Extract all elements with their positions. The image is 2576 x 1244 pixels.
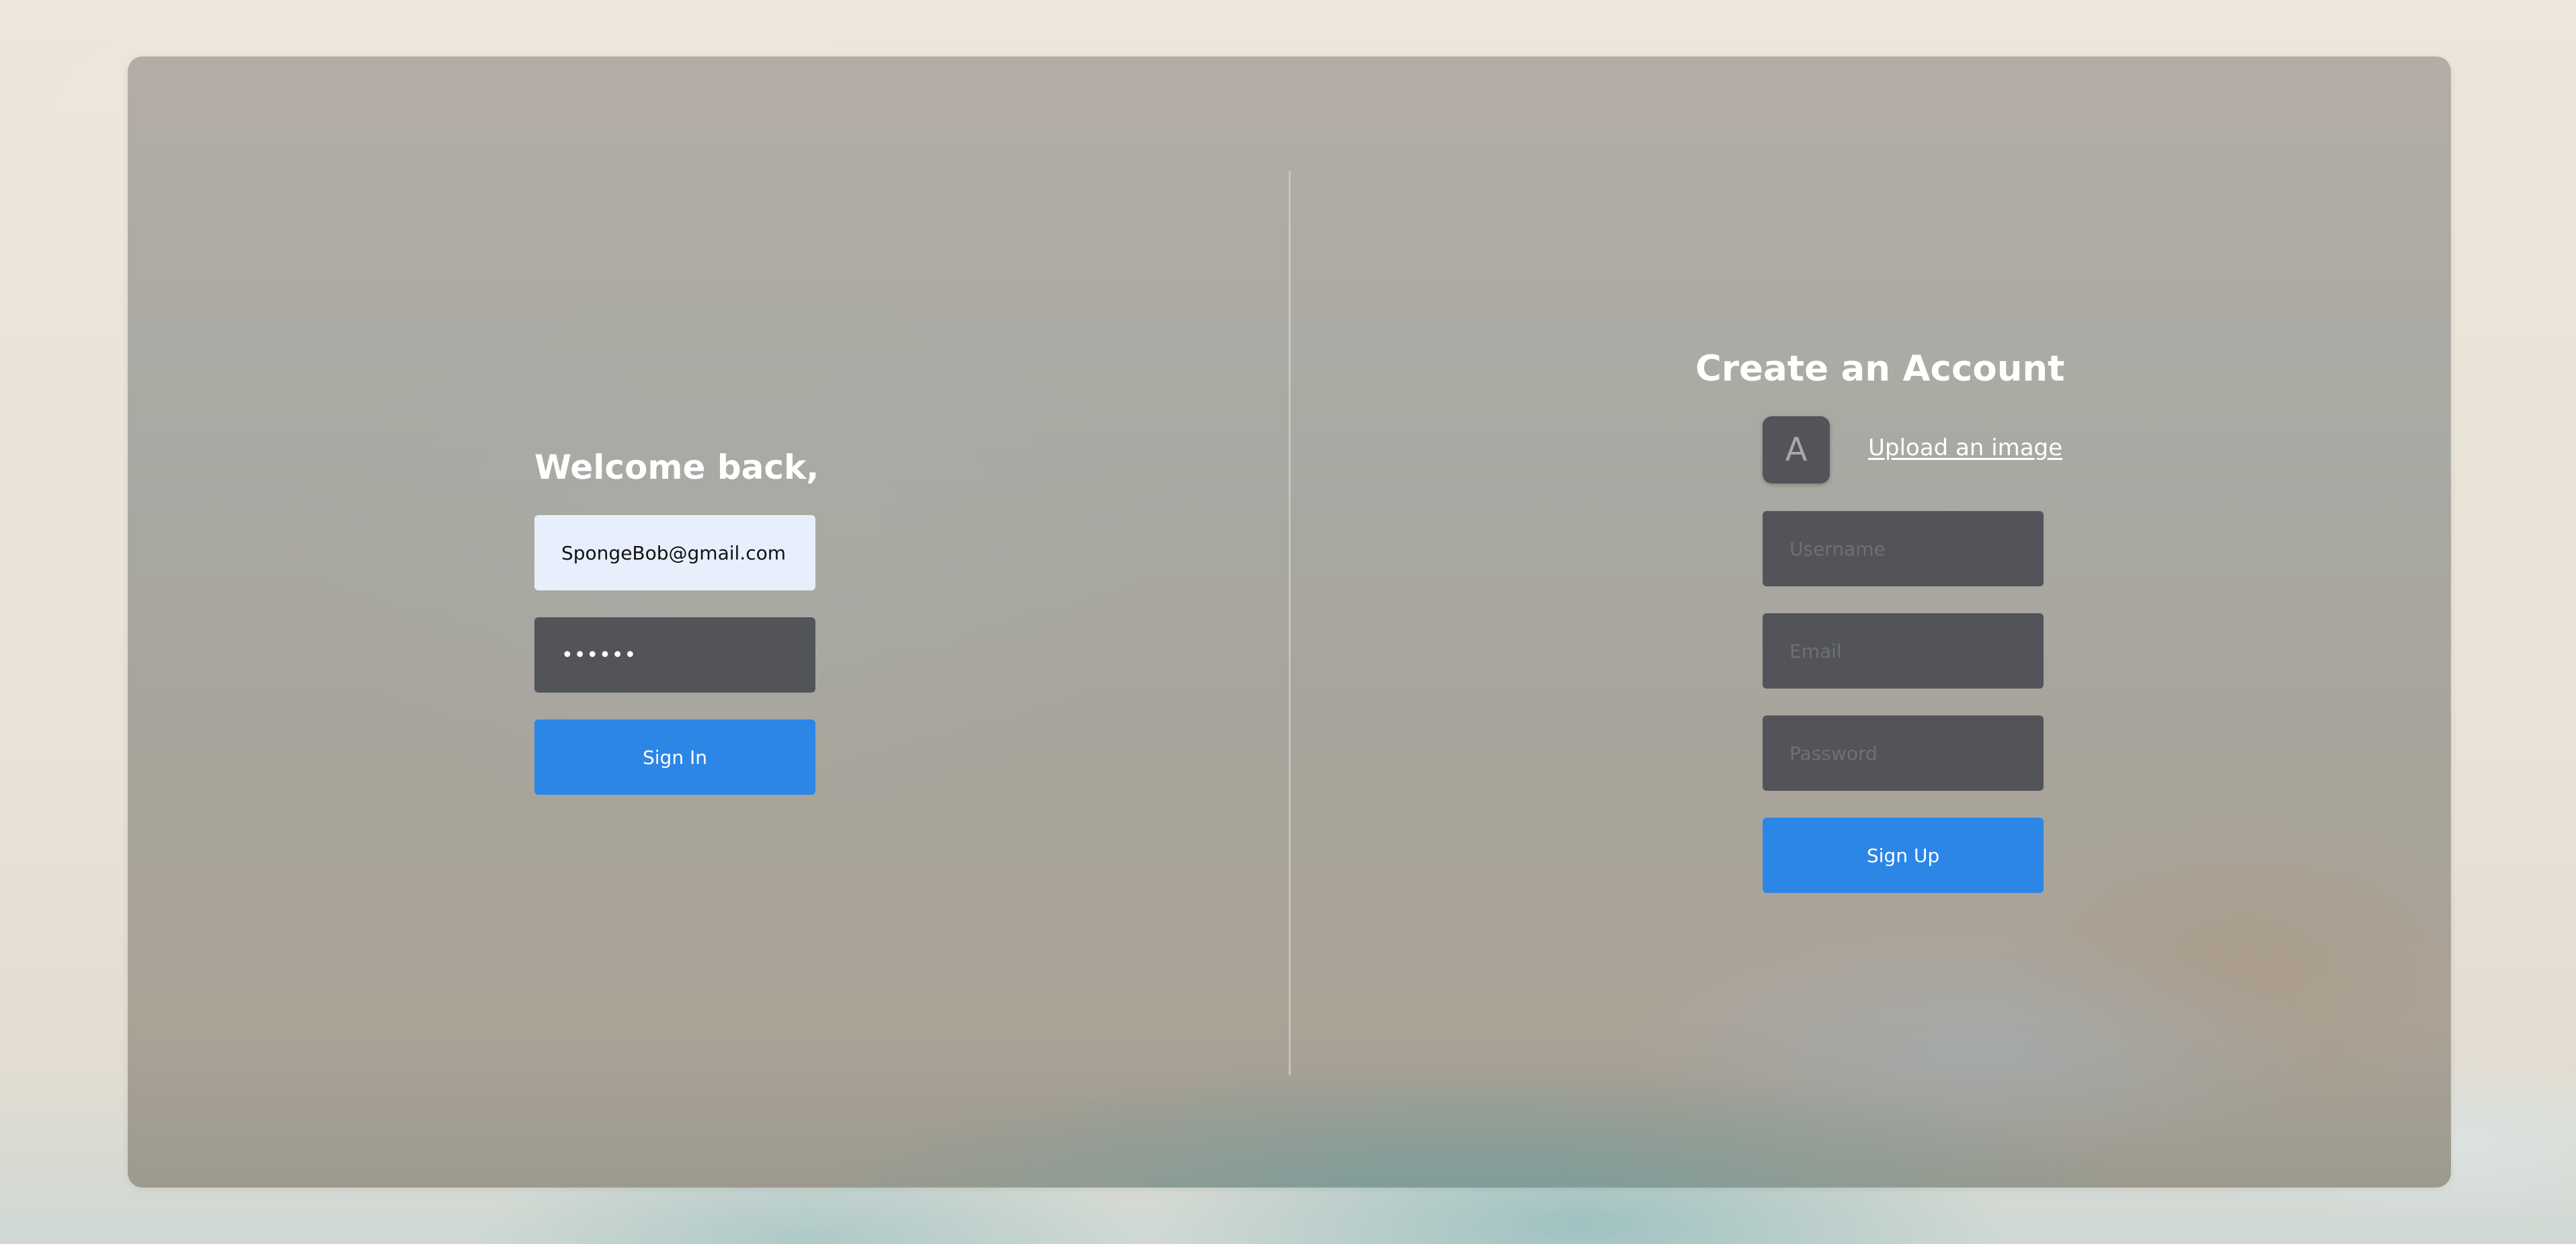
column-divider (1289, 171, 1291, 1075)
avatar-placeholder[interactable]: A (1763, 416, 1830, 483)
sign-up-password-field[interactable]: Password (1763, 715, 2044, 791)
sign-in-password-field[interactable]: •••••• (534, 617, 815, 693)
sign-in-email-field[interactable]: SpongeBob@gmail.com (534, 515, 815, 590)
username-field[interactable]: Username (1763, 511, 2044, 586)
sign-up-email-field[interactable]: Email (1763, 613, 2044, 689)
sign-in-heading: Welcome back, (534, 448, 819, 487)
sign-up-heading: Create an Account (1695, 348, 2065, 389)
upload-image-link[interactable]: Upload an image (1868, 434, 2062, 461)
sign-up-button[interactable]: Sign Up (1763, 818, 2044, 893)
sign-in-button[interactable]: Sign In (534, 720, 815, 795)
auth-panel: Welcome back, SpongeBob@gmail.com ••••••… (128, 56, 2451, 1188)
